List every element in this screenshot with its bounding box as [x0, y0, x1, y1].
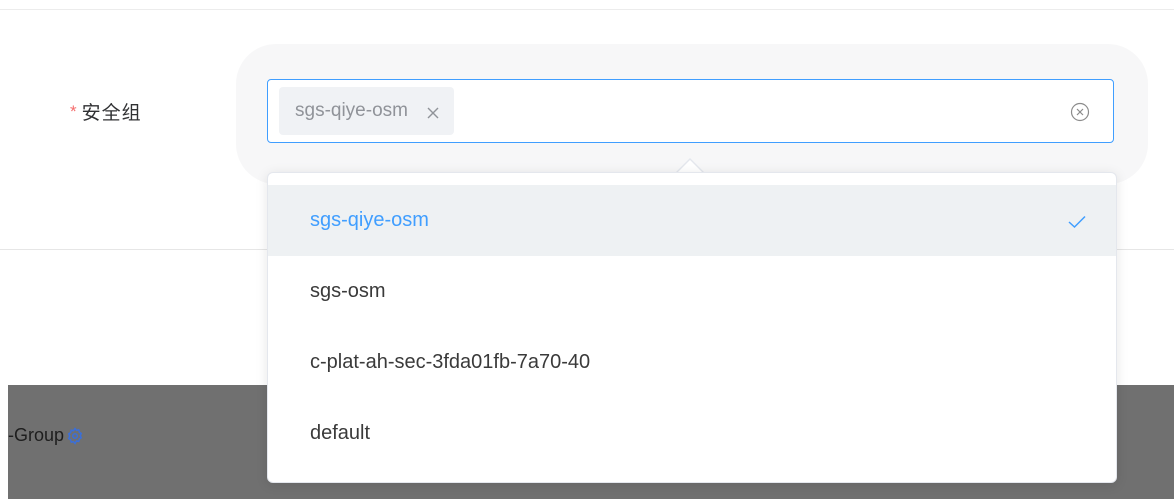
- option-label: sgs-osm: [310, 280, 386, 302]
- option-sgs-osm[interactable]: sgs-osm: [268, 256, 1116, 327]
- security-group-select[interactable]: sgs-qiye-osm: [267, 79, 1114, 143]
- option-label: sgs-qiye-osm: [310, 209, 429, 231]
- group-row: -Group: [8, 425, 84, 446]
- security-group-label-text: 安全组: [81, 103, 142, 124]
- option-c-plat-ah-sec[interactable]: c-plat-ah-sec-3fda01fb-7a70-40: [268, 327, 1116, 398]
- selected-tag-label: sgs-qiye-osm: [295, 100, 408, 121]
- option-sgs-qiye-osm[interactable]: sgs-qiye-osm: [268, 185, 1116, 256]
- row-divider: [0, 249, 268, 250]
- security-group-dropdown: sgs-qiye-osm sgs-osm c-plat-ah-sec-3fda0…: [267, 172, 1117, 483]
- clear-icon[interactable]: [1070, 102, 1090, 122]
- required-mark: *: [70, 102, 78, 121]
- selected-tag: sgs-qiye-osm: [279, 87, 454, 135]
- row-divider-right: [1117, 249, 1174, 250]
- gear-icon[interactable]: [66, 426, 84, 445]
- top-divider: [0, 9, 1174, 10]
- tag-close-icon[interactable]: [426, 104, 440, 119]
- security-group-label: * 安全组: [70, 98, 142, 125]
- group-label: -Group: [8, 425, 65, 445]
- option-label: default: [310, 422, 371, 444]
- option-label: c-plat-ah-sec-3fda01fb-7a70-40: [310, 351, 591, 373]
- check-icon: [1068, 212, 1086, 229]
- option-default[interactable]: default: [268, 398, 1116, 469]
